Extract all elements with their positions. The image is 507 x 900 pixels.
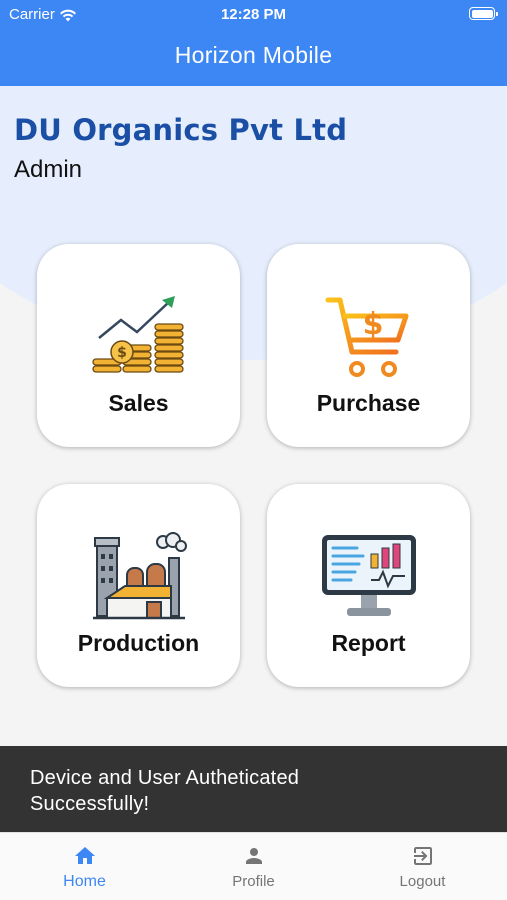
svg-text:$: $ [362, 307, 383, 342]
company-name: DU Organics Pvt Ltd [14, 113, 348, 147]
sales-label: Sales [108, 390, 169, 416]
nav-home[interactable]: Home [0, 833, 169, 900]
nav-logout[interactable]: Logout [338, 833, 507, 900]
snackbar-message: Device and User Autheticated Successfull… [0, 746, 507, 832]
factory-icon [92, 532, 187, 620]
nav-home-label: Home [63, 873, 106, 890]
bottom-nav: Home Profile Logout [0, 832, 507, 900]
report-tile[interactable]: Report [267, 484, 470, 687]
app-title: Horizon Mobile [174, 42, 333, 68]
sales-tile[interactable]: $ Sales [37, 244, 240, 447]
report-label: Report [331, 630, 406, 656]
production-label: Production [77, 630, 200, 656]
purchase-tile[interactable]: $ Purchase [267, 244, 470, 447]
status-time: 12:28 PM [220, 6, 287, 23]
logout-icon [413, 847, 432, 865]
app-screen: Carrier 12:28 PM Horizon Mobile DU Organ… [0, 0, 507, 900]
production-tile[interactable]: Production [37, 484, 240, 687]
status-bar: Carrier 12:28 PM [0, 0, 507, 28]
svg-text:$: $ [117, 345, 127, 361]
snackbar-line-1: Device and User Autheticated [30, 767, 300, 789]
nav-logout-label: Logout [399, 873, 446, 890]
snackbar-line-2: Successfully! [30, 793, 150, 815]
app-header: Carrier 12:28 PM Horizon Mobile [0, 0, 507, 86]
user-role: Admin [14, 156, 83, 183]
person-icon [245, 848, 262, 864]
shopping-cart-dollar-icon: $ [325, 297, 408, 377]
sales-chart-coins-icon: $ [91, 296, 184, 373]
monitor-report-icon [321, 535, 416, 616]
purchase-label: Purchase [316, 390, 421, 416]
nav-profile-label: Profile [232, 873, 275, 890]
home-icon [74, 847, 95, 864]
battery-icon [469, 7, 498, 20]
nav-profile[interactable]: Profile [169, 833, 338, 900]
